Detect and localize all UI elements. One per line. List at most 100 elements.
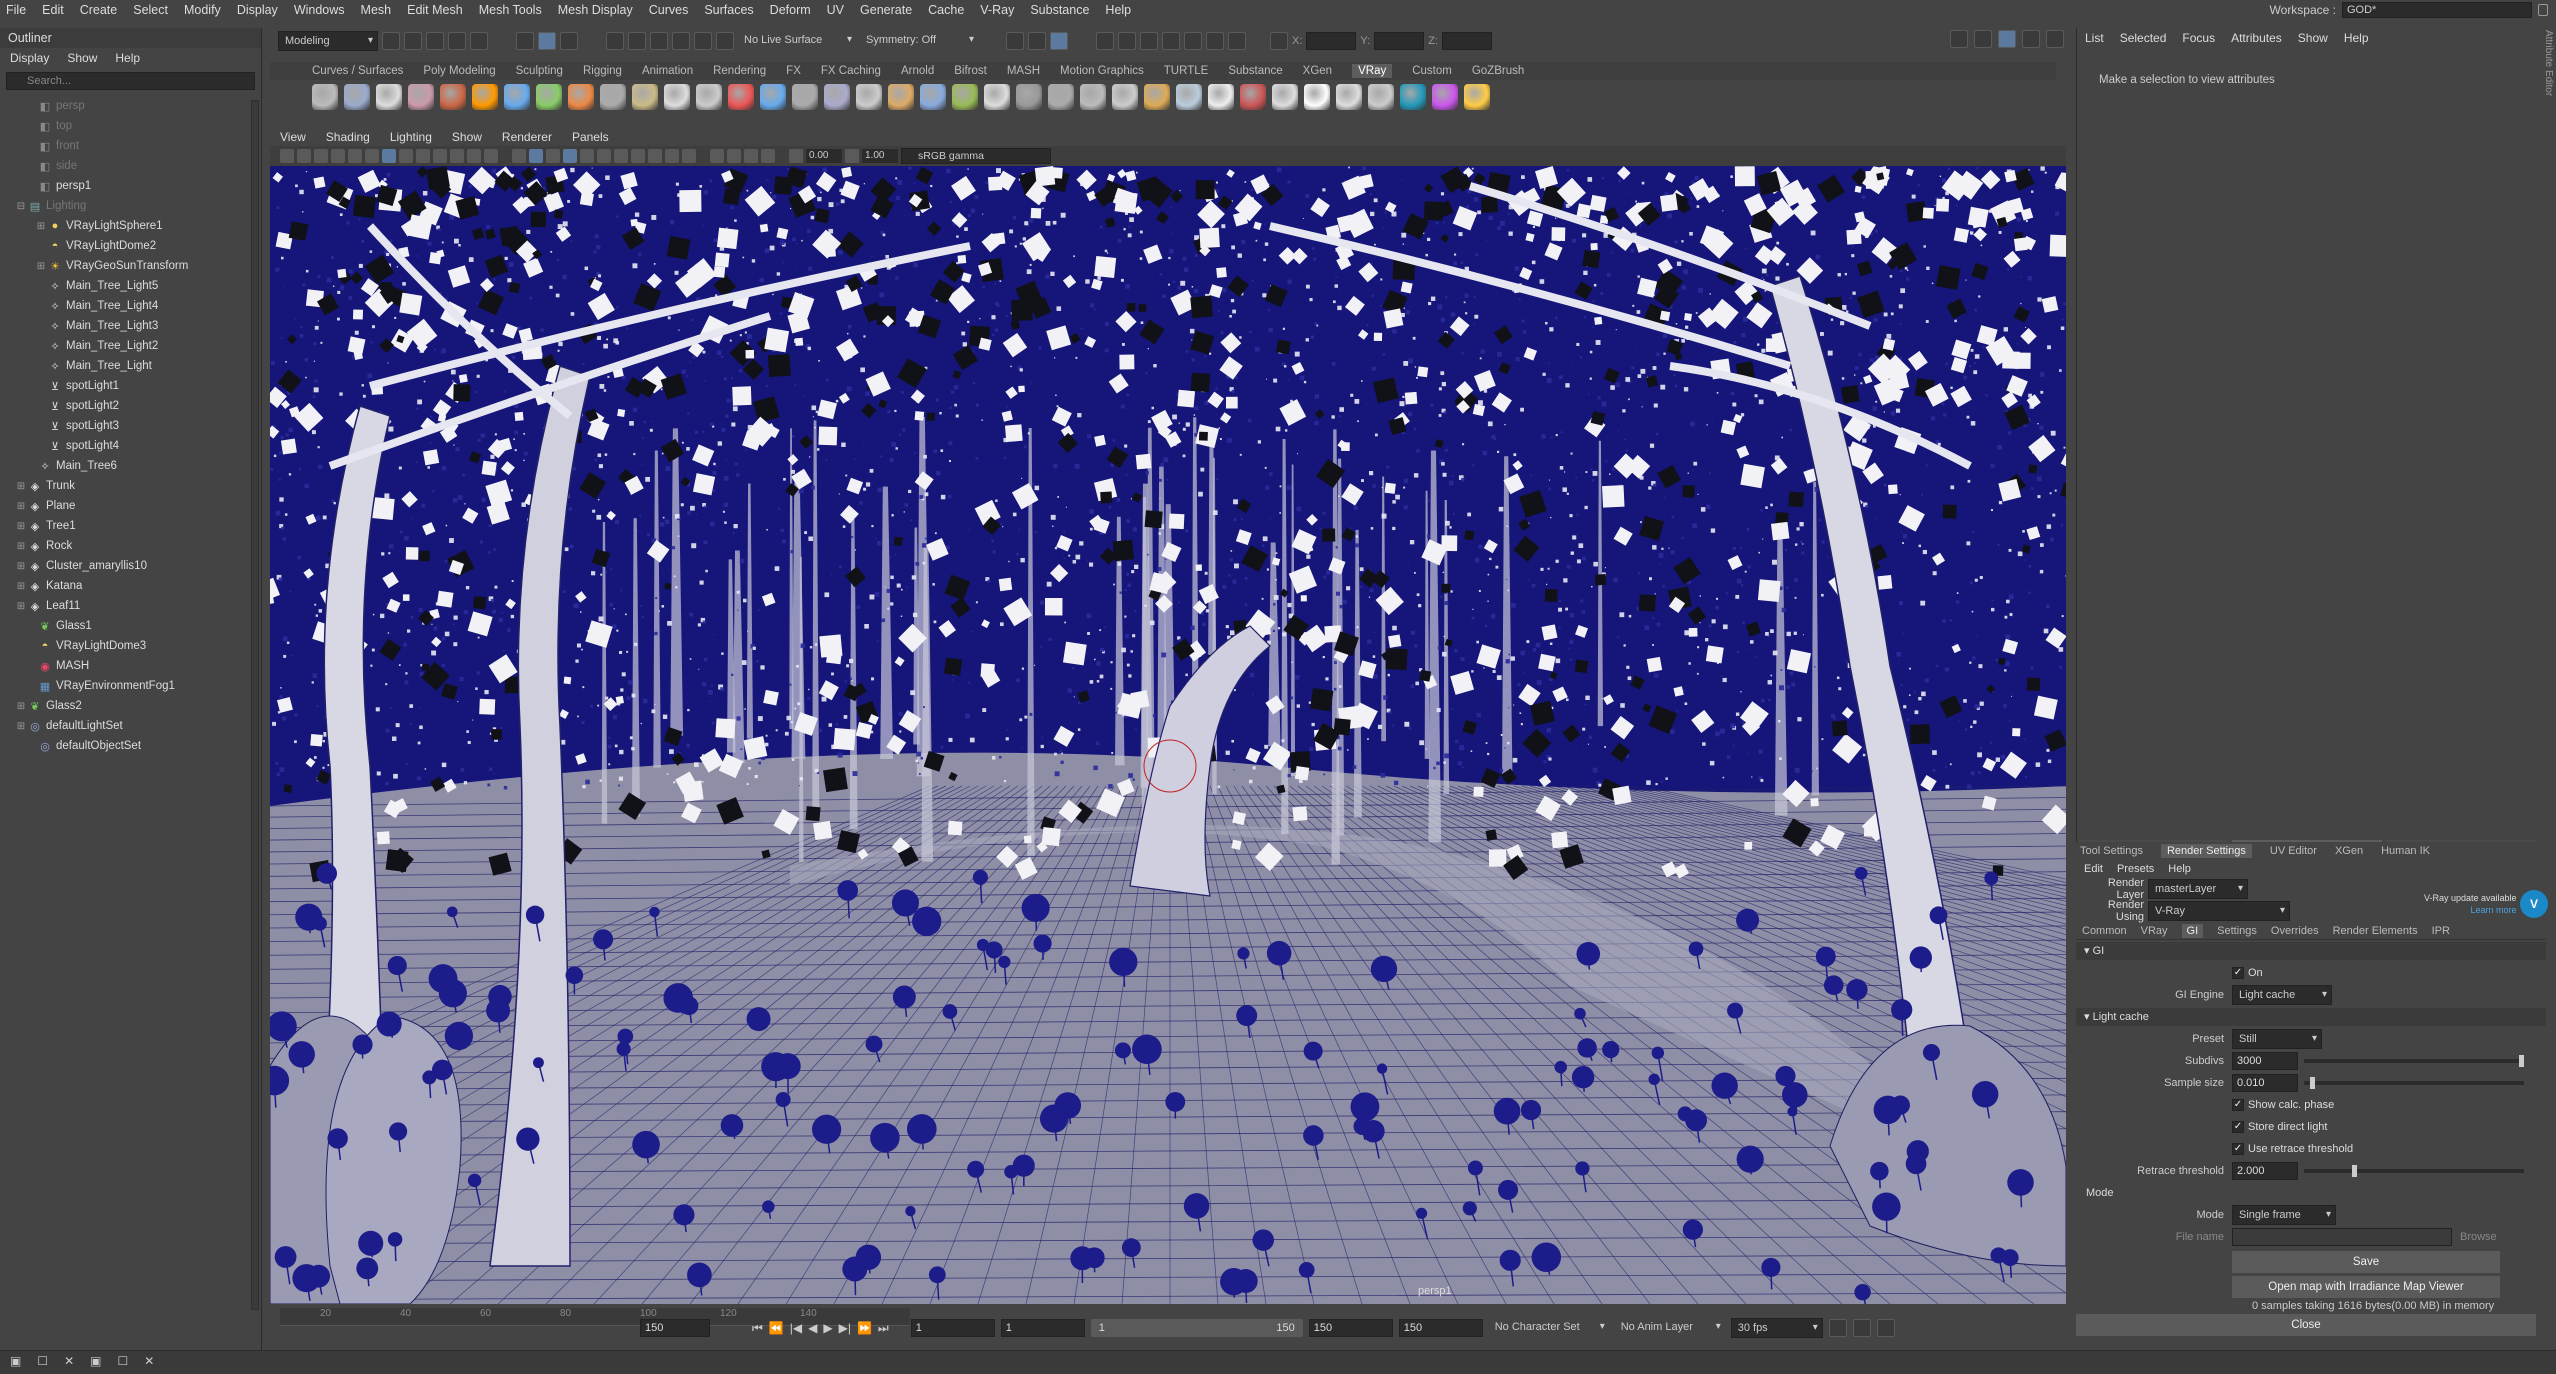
help-icon[interactable] (1464, 84, 1490, 110)
outliner-item[interactable]: ◧ top (0, 116, 250, 136)
camera-select-icon[interactable] (280, 149, 294, 163)
subtab-vray[interactable]: VRay (2141, 925, 2168, 937)
vray-sky-icon[interactable] (1048, 84, 1074, 110)
select-object-icon[interactable] (538, 32, 556, 50)
show-calc-phase-checkbox[interactable]: ✓ (2232, 1099, 2244, 1111)
channel-box-toggle-icon[interactable] (2046, 30, 2064, 48)
shelf-tab-substance[interactable]: Substance (1228, 65, 1282, 77)
viewport-menu-panels[interactable]: Panels (572, 130, 609, 144)
safe-action-icon[interactable] (467, 149, 481, 163)
outliner-item[interactable]: ◧ persp1 (0, 176, 250, 196)
shelf-tab-sculpting[interactable]: Sculpting (516, 65, 563, 77)
close-x-icon[interactable]: ✕ (64, 1354, 74, 1368)
y-field[interactable] (1374, 32, 1425, 50)
expand-toggle-icon[interactable]: ⊞ (14, 521, 28, 532)
vray-update-notice[interactable]: V-Ray update available Learn more (2424, 892, 2517, 916)
shelf-tab-rendering[interactable]: Rendering (713, 65, 766, 77)
shelf-tab-arnold[interactable]: Arnold (901, 65, 934, 77)
vray-clipper-icon[interactable] (824, 84, 850, 110)
outliner-menu-show[interactable]: Show (67, 51, 97, 65)
learn-more-link[interactable]: Learn more (2424, 904, 2517, 916)
retrace-threshold-slider[interactable] (2304, 1165, 2524, 1177)
vray-material-icon[interactable] (664, 84, 690, 110)
vray-frame-buffer-icon[interactable] (376, 84, 402, 110)
outliner-item[interactable]: ⊻ spotLight3 (0, 416, 250, 436)
subtab-overrides[interactable]: Overrides (2271, 925, 2319, 937)
menu-display[interactable]: Display (237, 3, 278, 17)
render-frame-icon[interactable] (1118, 32, 1136, 50)
outliner-item[interactable]: ⊻ spotLight2 (0, 396, 250, 416)
outliner-item[interactable]: ⊟ ▤ Lighting (0, 196, 250, 216)
browse-button[interactable]: Browse (2460, 1231, 2497, 1243)
live-surface-dropdown[interactable]: No Live Surface (738, 31, 856, 51)
outliner-item[interactable]: ✧ Main_Tree_Light (0, 356, 250, 376)
vray-scene-icon[interactable] (792, 84, 818, 110)
shelf-tab-gozbrush[interactable]: GoZBrush (1472, 65, 1524, 77)
step-forward-frame-icon[interactable]: ▶| (839, 1321, 851, 1335)
outliner-item[interactable]: ◧ side (0, 156, 250, 176)
vray-ies-icon[interactable] (504, 84, 530, 110)
attr-menu-help[interactable]: Help (2344, 31, 2369, 45)
menu-surfaces[interactable]: Surfaces (704, 3, 753, 17)
vray-sphere-icon[interactable] (920, 84, 946, 110)
menu-cache[interactable]: Cache (928, 3, 964, 17)
auto-key-icon[interactable] (1852, 1319, 1871, 1337)
vray-sun-icon[interactable] (536, 84, 562, 110)
open-scene-icon[interactable] (404, 32, 422, 50)
snap-surface-icon[interactable] (694, 32, 712, 50)
vray-decal-icon[interactable] (888, 84, 914, 110)
subtab-gi[interactable]: GI (2181, 923, 2204, 938)
subtab-common[interactable]: Common (2082, 925, 2127, 937)
outliner-item[interactable]: ⊞ ◈ Trunk (0, 476, 250, 496)
vray-palette-icon[interactable] (1432, 84, 1458, 110)
redo-icon[interactable] (470, 32, 488, 50)
render-layer-dropdown[interactable]: masterLayer (2148, 879, 2248, 899)
playback-start-field[interactable]: 1 (1000, 1319, 1085, 1337)
expand-toggle-icon[interactable]: ⊞ (14, 701, 28, 712)
resolution-gate-icon[interactable] (416, 149, 430, 163)
tab-uv-editor[interactable]: UV Editor (2270, 845, 2317, 857)
outliner-menu-help[interactable]: Help (115, 51, 140, 65)
undo-icon[interactable] (448, 32, 466, 50)
shelf-tab-motion-graphics[interactable]: Motion Graphics (1060, 65, 1144, 77)
vray-spot-icon[interactable] (1080, 84, 1106, 110)
go-to-start-icon[interactable]: ⏮ (752, 1321, 763, 1336)
play-forward-icon[interactable]: ▶ (823, 1321, 832, 1335)
select-hierarchy-icon[interactable] (516, 32, 534, 50)
film-gate-icon[interactable] (399, 149, 413, 163)
render-view-icon[interactable] (1096, 32, 1114, 50)
menu-v-ray[interactable]: V-Ray (980, 3, 1014, 17)
anti-aliasing-icon[interactable] (665, 149, 679, 163)
menu-modify[interactable]: Modify (184, 3, 221, 17)
color-space-dropdown[interactable]: sRGB gamma (901, 148, 1051, 164)
expand-toggle-icon[interactable]: ⊞ (14, 601, 28, 612)
retrace-threshold-field[interactable]: 2.000 (2232, 1162, 2298, 1180)
menu-uv[interactable]: UV (827, 3, 844, 17)
store-direct-light-checkbox[interactable]: ✓ (2232, 1121, 2244, 1133)
vray-dome-icon[interactable] (984, 84, 1010, 110)
viewport-menu-renderer[interactable]: Renderer (502, 130, 552, 144)
outliner-item[interactable]: ⊞ ☀ VRayGeoSunTransform (0, 256, 250, 276)
shelf-tab-fx[interactable]: FX (786, 65, 801, 77)
menu-windows[interactable]: Windows (294, 3, 345, 17)
menu-substance[interactable]: Substance (1030, 3, 1089, 17)
character-controls-icon[interactable] (1974, 30, 1992, 48)
attr-menu-show[interactable]: Show (2298, 31, 2328, 45)
isolate-select-icon[interactable] (710, 149, 724, 163)
sample-size-field[interactable]: 0.010 (2232, 1074, 2298, 1092)
camera-attributes-icon[interactable] (297, 149, 311, 163)
viewport-menu-view[interactable]: View (280, 130, 306, 144)
exposure-icon[interactable] (789, 149, 803, 163)
play-back-icon[interactable]: ◀ (808, 1321, 817, 1335)
menu-mesh[interactable]: Mesh (361, 3, 392, 17)
outliner-item[interactable]: ✧ Main_Tree_Light3 (0, 316, 250, 336)
vray-color-icon[interactable] (1208, 84, 1234, 110)
workspace-selector[interactable]: Workspace : GOD* (2270, 2, 2548, 18)
mode-dropdown-gi[interactable]: Single frame (2232, 1205, 2336, 1225)
outliner-item[interactable]: ⊞ ◈ Katana (0, 576, 250, 596)
viewport-menu-shading[interactable]: Shading (326, 130, 370, 144)
range-end-field[interactable]: 150 (1398, 1319, 1483, 1337)
hypershade-icon[interactable] (1184, 32, 1202, 50)
shadows-icon[interactable] (614, 149, 628, 163)
outliner-item[interactable]: ✧ Main_Tree_Light4 (0, 296, 250, 316)
